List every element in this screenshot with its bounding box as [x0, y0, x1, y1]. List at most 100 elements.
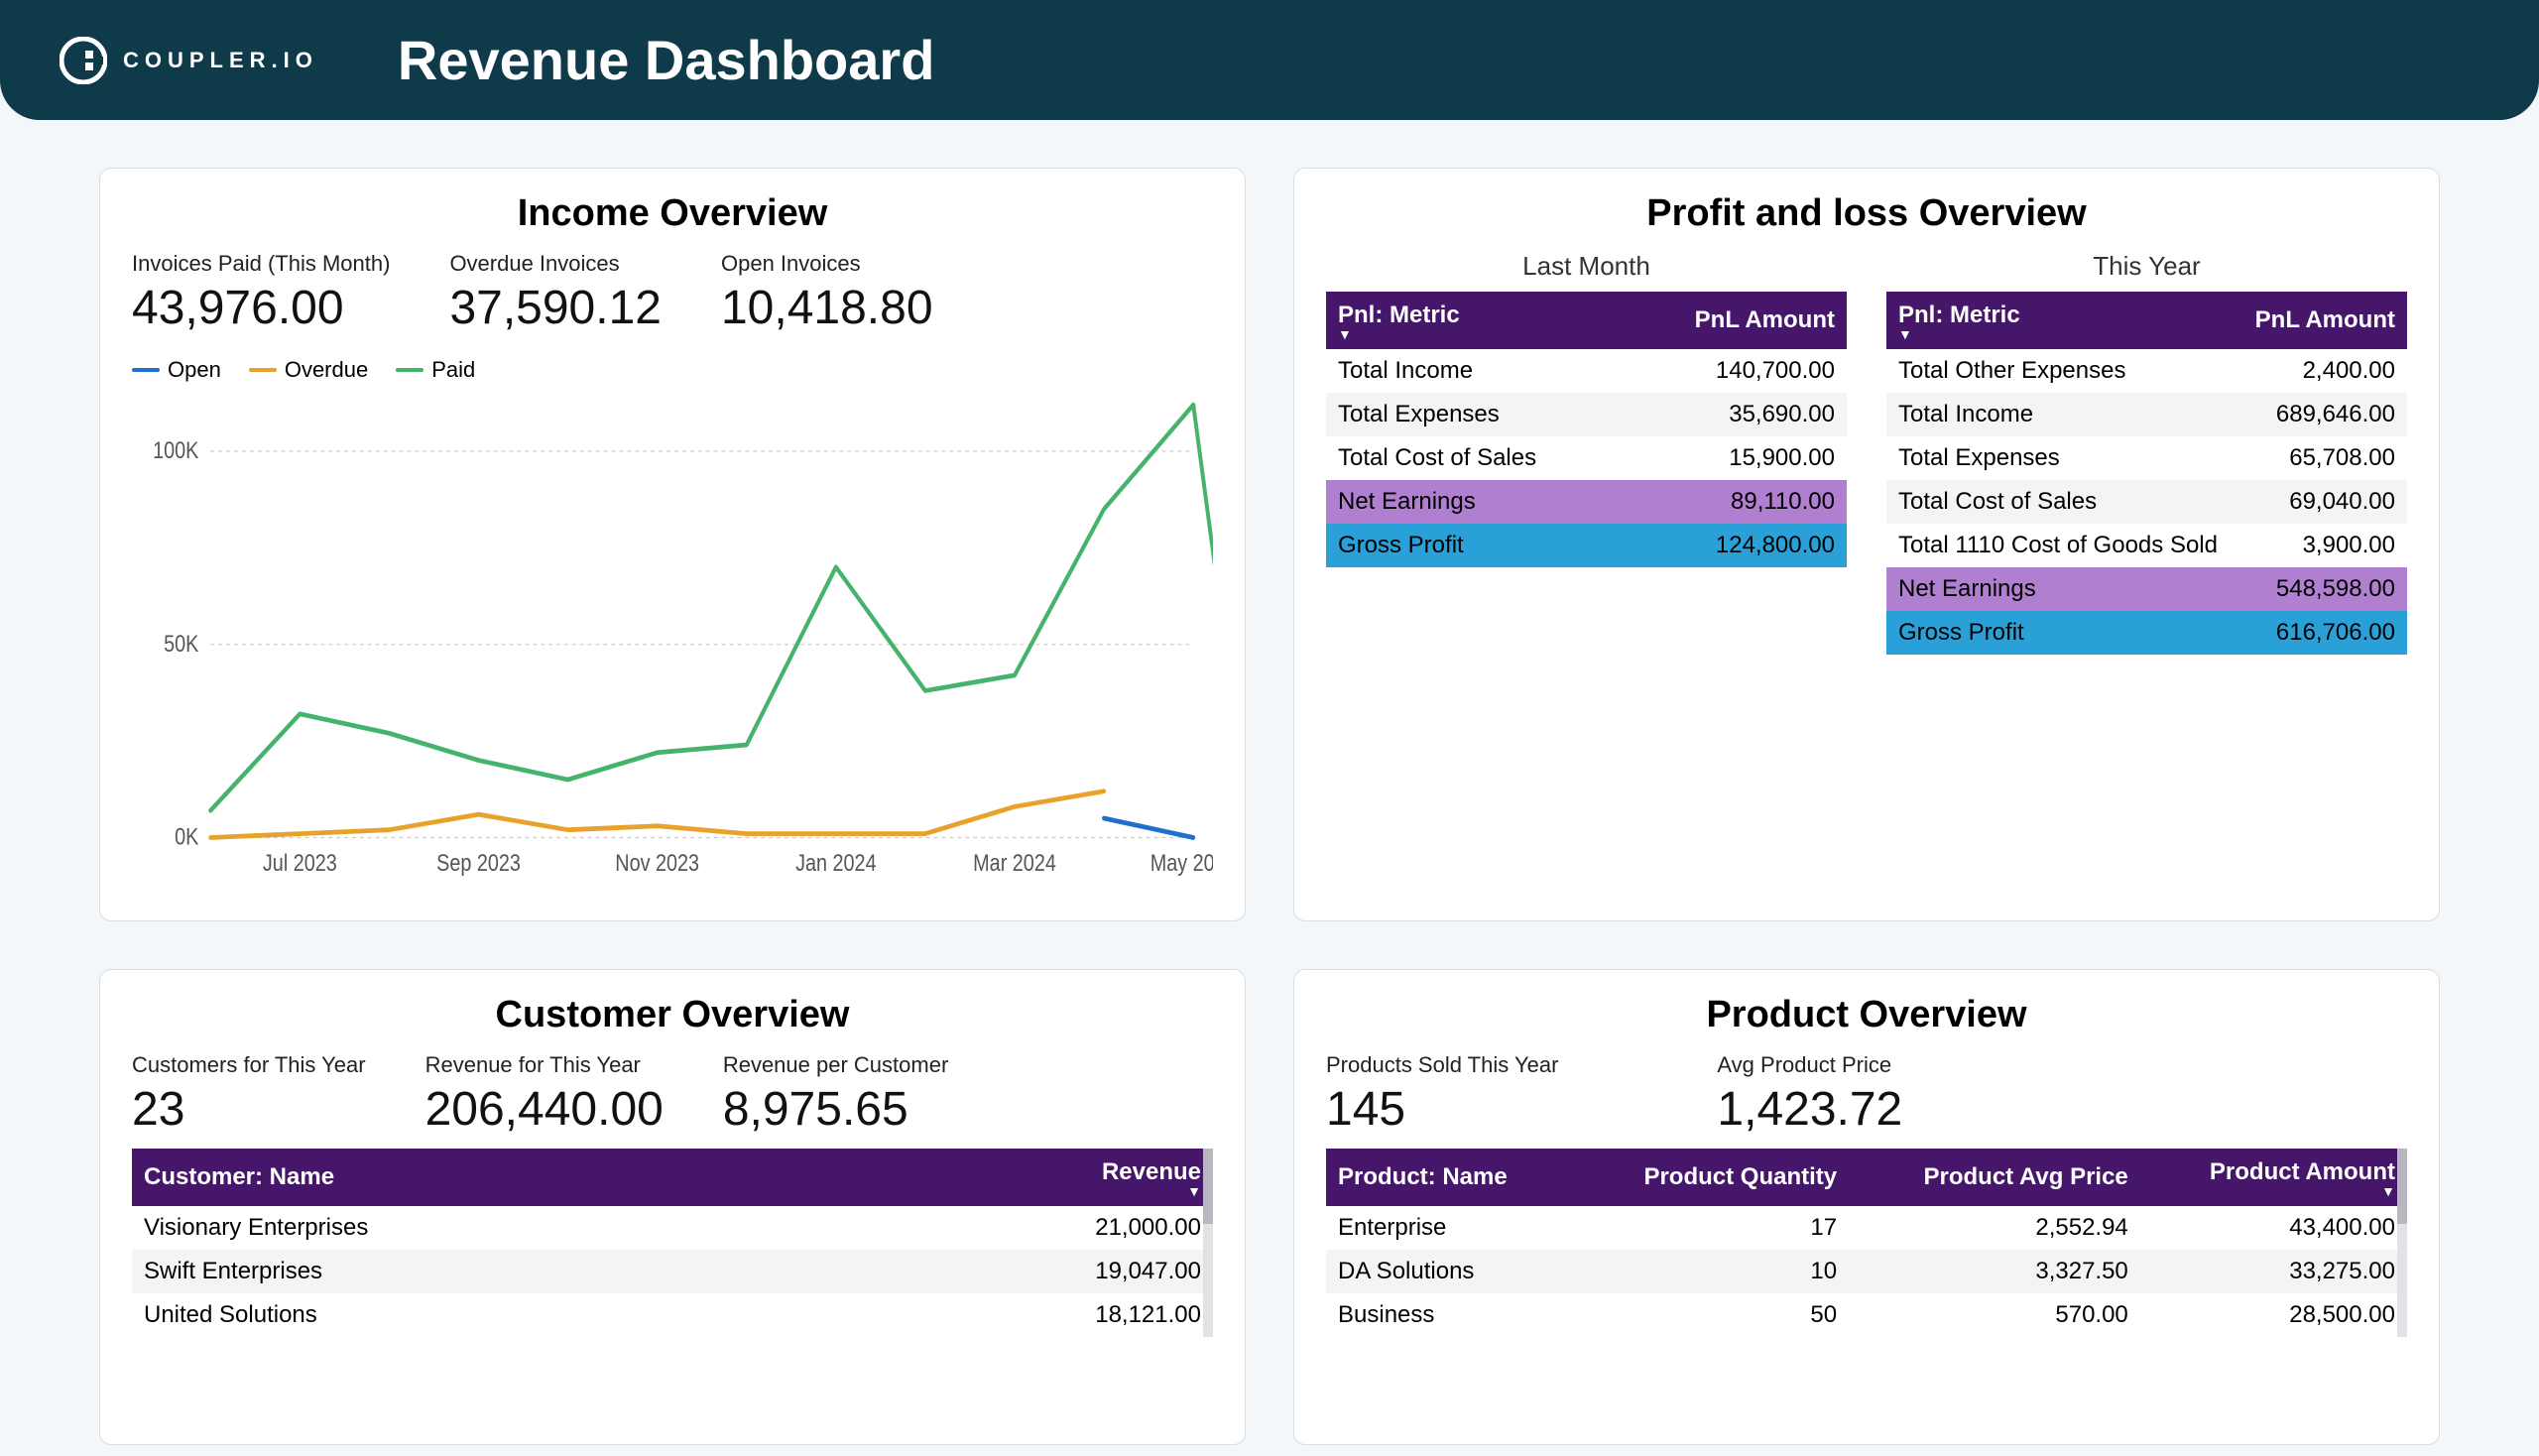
income-line-chart[interactable]: 0K50K100KJul 2023Sep 2023Nov 2023Jan 202… [132, 401, 1213, 897]
table-row[interactable]: Total Income140,700.00 [1326, 349, 1847, 393]
header: COUPLER.IO Revenue Dashboard [0, 0, 2539, 120]
col-product-name[interactable]: Product: Name [1326, 1149, 1572, 1206]
svg-text:Jan 2024: Jan 2024 [795, 849, 876, 876]
sort-caret-icon: ▼ [854, 1186, 1201, 1196]
col-revenue[interactable]: Revenue▼ [842, 1149, 1213, 1206]
cell-amount: 15,900.00 [1626, 436, 1847, 480]
table-row[interactable]: Total Expenses65,708.00 [1886, 436, 2407, 480]
table-row[interactable]: Enterprise172,552.9443,400.00 [1326, 1206, 2407, 1250]
col-product-amount[interactable]: Product Amount▼ [2140, 1149, 2407, 1206]
col-amount[interactable]: PnL Amount [2238, 292, 2407, 349]
table-row[interactable]: Gross Profit124,800.00 [1326, 524, 1847, 567]
cell-product: Business [1326, 1293, 1572, 1337]
table-row[interactable]: Total Cost of Sales15,900.00 [1326, 436, 1847, 480]
sort-caret-icon: ▼ [1338, 329, 1614, 339]
income-kpis: Invoices Paid (This Month) 43,976.00 Ove… [132, 251, 1213, 335]
col-product-qty[interactable]: Product Quantity [1572, 1149, 1849, 1206]
kpi-revenue-per-customer: Revenue per Customer 8,975.65 [723, 1052, 948, 1137]
kpi-label: Invoices Paid (This Month) [132, 251, 390, 277]
table-row[interactable]: DA Solutions103,327.5033,275.00 [1326, 1250, 2407, 1293]
table-row[interactable]: Total Cost of Sales69,040.00 [1886, 480, 2407, 524]
cell-amount: 89,110.00 [1626, 480, 1847, 524]
kpi-products-sold: Products Sold This Year 145 [1326, 1052, 1558, 1137]
cell-customer: Swift Enterprises [132, 1250, 842, 1293]
table-row[interactable]: Business50570.0028,500.00 [1326, 1293, 2407, 1337]
table-row[interactable]: Gross Profit616,706.00 [1886, 611, 2407, 655]
cell-amount: 65,708.00 [2238, 436, 2407, 480]
brand-name: COUPLER.IO [123, 48, 318, 73]
cell-avg: 2,552.94 [1849, 1206, 2140, 1250]
col-product-avg[interactable]: Product Avg Price [1849, 1149, 2140, 1206]
cell-metric: Total Income [1886, 393, 2238, 436]
kpi-value: 37,590.12 [449, 281, 662, 335]
table-row[interactable]: Total Other Expenses2,400.00 [1886, 349, 2407, 393]
cell-metric: Total Cost of Sales [1886, 480, 2238, 524]
kpi-label: Revenue per Customer [723, 1052, 948, 1078]
customer-table-wrap: Customer: Name Revenue▼ Visionary Enterp… [132, 1149, 1213, 1337]
pnl-last-month: Last Month Pnl: Metric▼ PnL Amount Total… [1326, 251, 1847, 655]
cell-qty: 50 [1572, 1293, 1849, 1337]
kpi-label: Products Sold This Year [1326, 1052, 1558, 1078]
pnl-last-month-label: Last Month [1326, 251, 1847, 282]
customer-table: Customer: Name Revenue▼ Visionary Enterp… [132, 1149, 1213, 1337]
svg-text:100K: 100K [153, 436, 199, 463]
product-table-wrap: Product: Name Product Quantity Product A… [1326, 1149, 2407, 1337]
cell-metric: Total 1110 Cost of Goods Sold [1886, 524, 2238, 567]
cell-amount: 140,700.00 [1626, 349, 1847, 393]
cell-revenue: 18,121.00 [842, 1293, 1213, 1337]
cell-metric: Total Cost of Sales [1326, 436, 1626, 480]
col-metric[interactable]: Pnl: Metric▼ [1326, 292, 1626, 349]
table-row[interactable]: United Solutions18,121.00 [132, 1293, 1213, 1337]
cell-amount: 3,900.00 [2238, 524, 2407, 567]
cell-metric: Net Earnings [1326, 480, 1626, 524]
col-amount[interactable]: PnL Amount [1626, 292, 1847, 349]
legend-label: Overdue [285, 357, 368, 383]
product-kpis: Products Sold This Year 145 Avg Product … [1326, 1052, 2407, 1137]
legend-label: Open [168, 357, 221, 383]
kpi-label: Avg Product Price [1717, 1052, 1902, 1078]
table-row[interactable]: Total Income689,646.00 [1886, 393, 2407, 436]
legend-overdue[interactable]: Overdue [249, 357, 368, 383]
product-table: Product: Name Product Quantity Product A… [1326, 1149, 2407, 1337]
kpi-value: 206,440.00 [425, 1082, 664, 1137]
cell-amount: 124,800.00 [1626, 524, 1847, 567]
customer-kpis: Customers for This Year 23 Revenue for T… [132, 1052, 1213, 1137]
col-metric[interactable]: Pnl: Metric▼ [1886, 292, 2238, 349]
svg-text:Sep 2023: Sep 2023 [436, 849, 521, 876]
scrollbar-thumb[interactable] [2397, 1149, 2407, 1224]
legend-open[interactable]: Open [132, 357, 221, 383]
cell-customer: United Solutions [132, 1293, 842, 1337]
svg-text:May 2024: May 2024 [1150, 849, 1213, 876]
cell-revenue: 21,000.00 [842, 1206, 1213, 1250]
table-row[interactable]: Swift Enterprises19,047.00 [132, 1250, 1213, 1293]
sort-caret-icon: ▼ [2152, 1186, 2395, 1196]
cell-amount: 28,500.00 [2140, 1293, 2407, 1337]
cell-product: DA Solutions [1326, 1250, 1572, 1293]
table-row[interactable]: Visionary Enterprises21,000.00 [132, 1206, 1213, 1250]
cell-customer: Visionary Enterprises [132, 1206, 842, 1250]
scrollbar-thumb[interactable] [1203, 1149, 1213, 1224]
col-customer-name[interactable]: Customer: Name [132, 1149, 842, 1206]
cell-amount: 35,690.00 [1626, 393, 1847, 436]
table-row[interactable]: Net Earnings548,598.00 [1886, 567, 2407, 611]
kpi-overdue-invoices: Overdue Invoices 37,590.12 [449, 251, 662, 335]
kpi-revenue-year: Revenue for This Year 206,440.00 [425, 1052, 664, 1137]
legend-swatch [132, 368, 160, 372]
cell-amount: 548,598.00 [2238, 567, 2407, 611]
pnl-this-year: This Year Pnl: Metric▼ PnL Amount Total … [1886, 251, 2407, 655]
table-row[interactable]: Net Earnings89,110.00 [1326, 480, 1847, 524]
kpi-value: 10,418.80 [721, 281, 933, 335]
page-title: Revenue Dashboard [398, 28, 935, 92]
scrollbar[interactable] [2397, 1149, 2407, 1337]
table-row[interactable]: Total 1110 Cost of Goods Sold3,900.00 [1886, 524, 2407, 567]
cell-revenue: 19,047.00 [842, 1250, 1213, 1293]
product-title: Product Overview [1326, 994, 2407, 1036]
legend-paid[interactable]: Paid [396, 357, 475, 383]
product-overview-card: Product Overview Products Sold This Year… [1293, 969, 2440, 1445]
scrollbar[interactable] [1203, 1149, 1213, 1337]
kpi-value: 23 [132, 1082, 366, 1137]
svg-text:Mar 2024: Mar 2024 [973, 849, 1056, 876]
cell-amount: 43,400.00 [2140, 1206, 2407, 1250]
kpi-value: 8,975.65 [723, 1082, 948, 1137]
table-row[interactable]: Total Expenses35,690.00 [1326, 393, 1847, 436]
